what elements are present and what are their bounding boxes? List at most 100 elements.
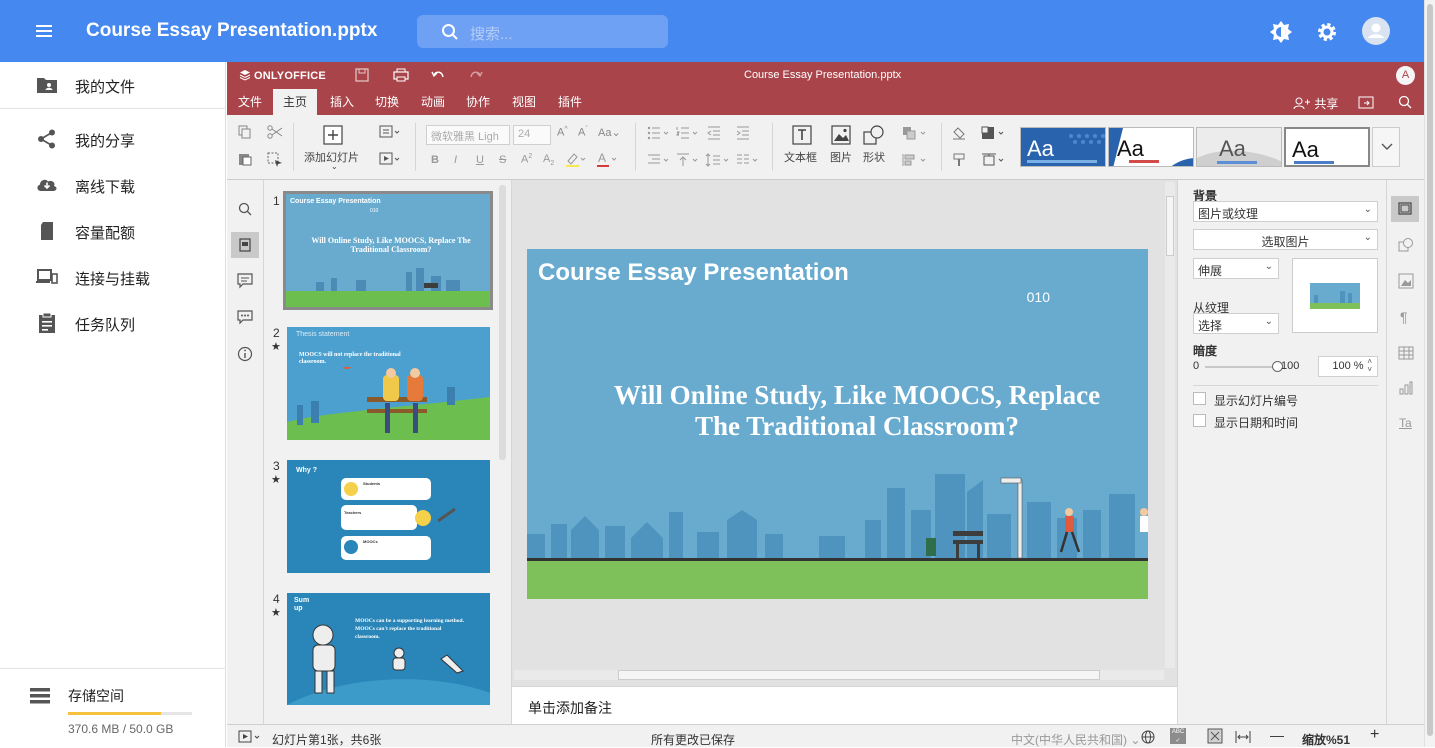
bold-button[interactable]: B: [431, 154, 439, 166]
settings-gear-icon[interactable]: [1314, 19, 1340, 45]
theme-option-1[interactable]: Aa: [1020, 127, 1106, 167]
notes-placeholder[interactable]: 单击添加备注: [528, 698, 612, 718]
select-image-button[interactable]: 选取图片 ⌄: [1193, 229, 1378, 250]
sidebar-item-task-queue[interactable]: 任务队列: [0, 303, 226, 343]
text-art-settings-icon[interactable]: Ta: [1399, 416, 1412, 430]
slideshow-icon[interactable]: [379, 152, 401, 166]
shape-settings-icon[interactable]: [1398, 237, 1414, 253]
paste-icon[interactable]: [238, 152, 252, 166]
cut-icon[interactable]: [267, 125, 283, 139]
chart-settings-icon[interactable]: [1399, 381, 1413, 395]
fit-to-slide-icon[interactable]: [1207, 728, 1223, 744]
copy-style-icon[interactable]: [952, 153, 966, 167]
fit-to-width-icon[interactable]: [1235, 730, 1251, 744]
tab-plugins[interactable]: 插件: [548, 89, 592, 115]
clear-style-icon[interactable]: [952, 126, 966, 140]
themes-expand-button[interactable]: [1372, 127, 1400, 167]
scrollbar-thumb[interactable]: [1166, 196, 1174, 256]
save-icon[interactable]: [355, 68, 369, 82]
tab-collaboration[interactable]: 协作: [456, 89, 500, 115]
textbox-icon[interactable]: [792, 125, 812, 145]
tab-transitions[interactable]: 切换: [365, 89, 409, 115]
scrollbar-thumb[interactable]: [618, 670, 1100, 680]
editor-vertical-scrollbar[interactable]: [1165, 182, 1175, 668]
line-spacing-icon[interactable]: [705, 153, 731, 167]
font-family-select[interactable]: 微软雅黑 Ligh: [426, 125, 510, 145]
slide-thumbnail-1-selected[interactable]: Course Essay Presentation 010 Will Onlin…: [283, 191, 493, 310]
underline-button[interactable]: U: [476, 154, 484, 166]
texture-dropdown[interactable]: 选择 ⌄: [1193, 313, 1279, 334]
start-slideshow-icon[interactable]: [238, 730, 262, 744]
slide-title[interactable]: Course Essay Presentation: [538, 259, 849, 287]
chat-icon[interactable]: [237, 309, 253, 325]
language-selector[interactable]: 中文(中华人民共和国) ⌄: [1011, 731, 1140, 748]
theme-option-4-selected[interactable]: Aa: [1284, 127, 1370, 167]
opacity-spinner[interactable]: 100 % ˄ ˅: [1318, 356, 1378, 377]
select-all-icon[interactable]: [267, 152, 283, 168]
textbox-button[interactable]: 文本框: [784, 149, 817, 165]
image-icon[interactable]: [831, 125, 851, 145]
zoom-out-button[interactable]: —: [1270, 727, 1284, 743]
brightness-icon[interactable]: [1268, 19, 1294, 45]
fill-type-dropdown[interactable]: 图片或纹理 ⌄: [1193, 201, 1378, 222]
user-avatar-icon[interactable]: [1362, 17, 1390, 45]
user-avatar[interactable]: A: [1396, 66, 1415, 85]
shape-icon[interactable]: [863, 125, 885, 145]
open-location-icon[interactable]: [1358, 95, 1374, 109]
image-settings-icon[interactable]: [1398, 273, 1414, 289]
sidebar-item-connections[interactable]: 连接与挂载: [0, 257, 226, 297]
tab-animation[interactable]: 动画: [411, 89, 455, 115]
copy-icon[interactable]: [238, 125, 252, 139]
sidebar-item-quota[interactable]: 容量配额: [0, 211, 226, 251]
slide-subtitle[interactable]: 010: [527, 289, 1050, 305]
decrease-indent-icon[interactable]: [707, 126, 721, 140]
color-scheme-icon[interactable]: [981, 126, 1007, 140]
transparency-slider-track[interactable]: [1205, 361, 1283, 372]
highlight-color-icon[interactable]: [565, 151, 587, 167]
zoom-in-button[interactable]: +: [1370, 726, 1379, 744]
columns-icon[interactable]: [736, 153, 760, 167]
search-icon[interactable]: [1398, 95, 1412, 109]
info-icon[interactable]: [237, 346, 253, 362]
strikethrough-button[interactable]: S: [499, 154, 506, 166]
image-button[interactable]: 图片: [830, 149, 852, 165]
table-settings-icon[interactable]: [1398, 346, 1414, 360]
search-icon[interactable]: [238, 202, 252, 216]
subscript-icon[interactable]: A2: [543, 153, 554, 167]
slide-thumbnail-2[interactable]: Thesis statement MOOCS will not replace …: [287, 327, 490, 440]
slide-layout-icon[interactable]: [379, 125, 401, 139]
stretch-dropdown[interactable]: 伸展 ⌄: [1193, 258, 1279, 279]
align-right-icon[interactable]: [647, 153, 671, 167]
italic-button[interactable]: I: [454, 154, 457, 166]
tab-home[interactable]: 主页: [273, 89, 318, 115]
undo-icon[interactable]: [431, 69, 445, 81]
slide-canvas[interactable]: Course Essay Presentation 010 Will Onlin…: [527, 249, 1148, 599]
superscript-icon[interactable]: A2: [521, 153, 532, 166]
arrange-icon[interactable]: [902, 126, 928, 140]
slide-thumbnail-4[interactable]: Sum up MOOCs can be a supporting learnin…: [287, 593, 490, 705]
bullets-icon[interactable]: [647, 126, 671, 140]
add-slide-icon[interactable]: [323, 125, 343, 145]
page-scrollbar[interactable]: [1424, 0, 1435, 747]
decrease-font-icon[interactable]: Aˇ: [578, 126, 588, 139]
thumbnails-scrollbar[interactable]: [499, 185, 506, 460]
shape-button[interactable]: 形状: [863, 149, 885, 165]
sidebar-item-offline-download[interactable]: 离线下载: [0, 165, 226, 205]
increase-font-icon[interactable]: A^: [557, 126, 568, 139]
align-objects-icon[interactable]: [902, 153, 928, 167]
show-date-time-checkbox[interactable]: [1193, 414, 1206, 427]
show-slide-number-checkbox[interactable]: [1193, 392, 1206, 405]
print-icon[interactable]: [393, 68, 409, 82]
globe-icon[interactable]: [1141, 730, 1155, 744]
editor-horizontal-scrollbar[interactable]: [514, 670, 1164, 680]
slide-size-icon[interactable]: [981, 153, 1007, 167]
tab-insert[interactable]: 插入: [320, 89, 364, 115]
slide-thumbnail-3[interactable]: Why ? Students Teachers MOOCs: [287, 460, 490, 573]
sidebar-item-my-shares[interactable]: 我的分享: [0, 119, 226, 159]
scrollbar-thumb[interactable]: [1427, 4, 1433, 736]
search-box[interactable]: 搜索...: [417, 15, 668, 48]
numbering-icon[interactable]: [676, 126, 700, 140]
chevron-down-icon[interactable]: ⌄: [331, 162, 338, 171]
slide-body-text[interactable]: Will Online Study, Like MOOCS, Replace T…: [567, 380, 1147, 442]
slide-settings-button[interactable]: [1391, 196, 1419, 222]
